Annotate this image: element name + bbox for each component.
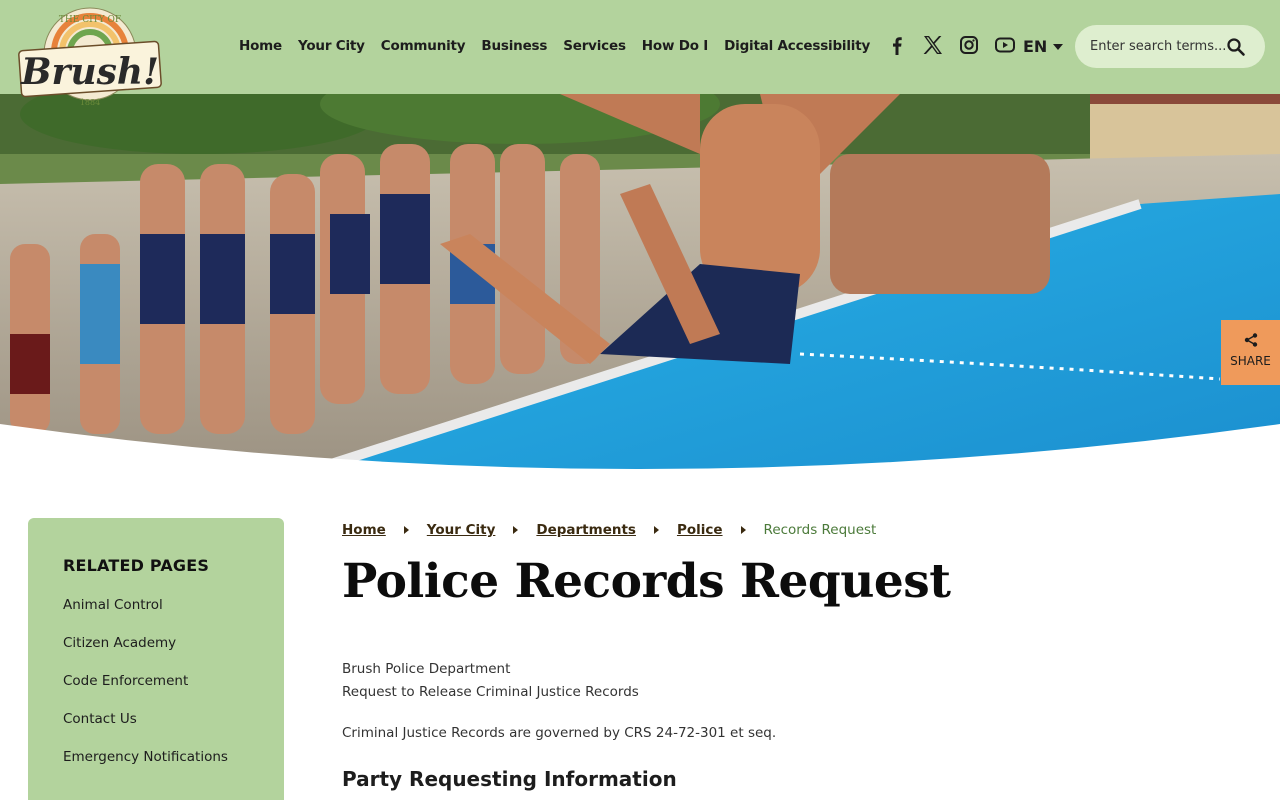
intro-text: Brush Police Department Request to Relea… <box>342 658 639 704</box>
breadcrumb-police[interactable]: Police <box>677 522 723 538</box>
related-item-animal-control[interactable]: Animal Control <box>63 597 249 635</box>
language-selector[interactable]: EN <box>1023 37 1064 56</box>
youtube-icon[interactable] <box>994 34 1016 56</box>
instagram-icon[interactable] <box>958 34 980 56</box>
facebook-icon[interactable] <box>886 34 908 56</box>
related-item-code-enforcement[interactable]: Code Enforcement <box>63 673 249 711</box>
nav-services[interactable]: Services <box>563 38 626 54</box>
chevron-down-icon <box>1053 43 1064 50</box>
hero-image <box>0 94 1280 474</box>
city-logo[interactable]: THE CITY OF Brush! 1884 <box>14 4 166 108</box>
x-icon[interactable] <box>922 34 944 56</box>
request-subtitle: Request to Release Criminal Justice Reco… <box>342 684 639 700</box>
chevron-right-icon <box>740 526 746 534</box>
related-pages-list: Animal Control Citizen Academy Code Enfo… <box>63 597 249 787</box>
search-input[interactable] <box>1090 36 1230 56</box>
nav-your-city[interactable]: Your City <box>298 38 365 54</box>
related-pages: RELATED PAGES Animal Control Citizen Aca… <box>28 518 284 800</box>
breadcrumb-current: Records Request <box>763 522 877 538</box>
breadcrumb-your-city[interactable]: Your City <box>427 522 496 538</box>
department-name: Brush Police Department <box>342 661 511 677</box>
site-header: Home Your City Community Business Servic… <box>0 0 1280 94</box>
search-icon[interactable] <box>1226 37 1246 57</box>
related-item-contact-us[interactable]: Contact Us <box>63 711 249 749</box>
nav-community[interactable]: Community <box>381 38 466 54</box>
related-pages-title: RELATED PAGES <box>63 556 210 575</box>
share-label: SHARE <box>1230 354 1271 368</box>
nav-business[interactable]: Business <box>481 38 547 54</box>
chevron-right-icon <box>403 526 409 534</box>
logo-top-text: THE CITY OF <box>59 15 121 25</box>
related-item-citizen-academy[interactable]: Citizen Academy <box>63 635 249 673</box>
related-item-emergency-notifications[interactable]: Emergency Notifications <box>63 749 249 787</box>
social-links <box>886 34 1016 56</box>
share-icon <box>1244 332 1258 347</box>
governing-statute: Criminal Justice Records are governed by… <box>342 725 777 741</box>
breadcrumb-home[interactable]: Home <box>342 522 386 538</box>
breadcrumb-departments[interactable]: Departments <box>536 522 636 538</box>
logo-name: Brush! <box>20 51 159 93</box>
section-heading: Party Requesting Information <box>342 767 677 791</box>
share-button[interactable]: SHARE <box>1221 320 1280 385</box>
logo-year: 1884 <box>80 98 100 107</box>
language-label: EN <box>1023 37 1048 56</box>
page-title: Police Records Request <box>342 554 951 609</box>
main-nav: Home Your City Community Business Servic… <box>239 38 870 54</box>
breadcrumb: Home Your City Departments Police Record… <box>342 522 876 538</box>
chevron-right-icon <box>513 526 519 534</box>
nav-how-do-i[interactable]: How Do I <box>642 38 709 54</box>
nav-digital-accessibility[interactable]: Digital Accessibility <box>724 38 870 54</box>
nav-home[interactable]: Home <box>239 38 282 54</box>
search-box <box>1075 25 1265 68</box>
chevron-right-icon <box>653 526 659 534</box>
